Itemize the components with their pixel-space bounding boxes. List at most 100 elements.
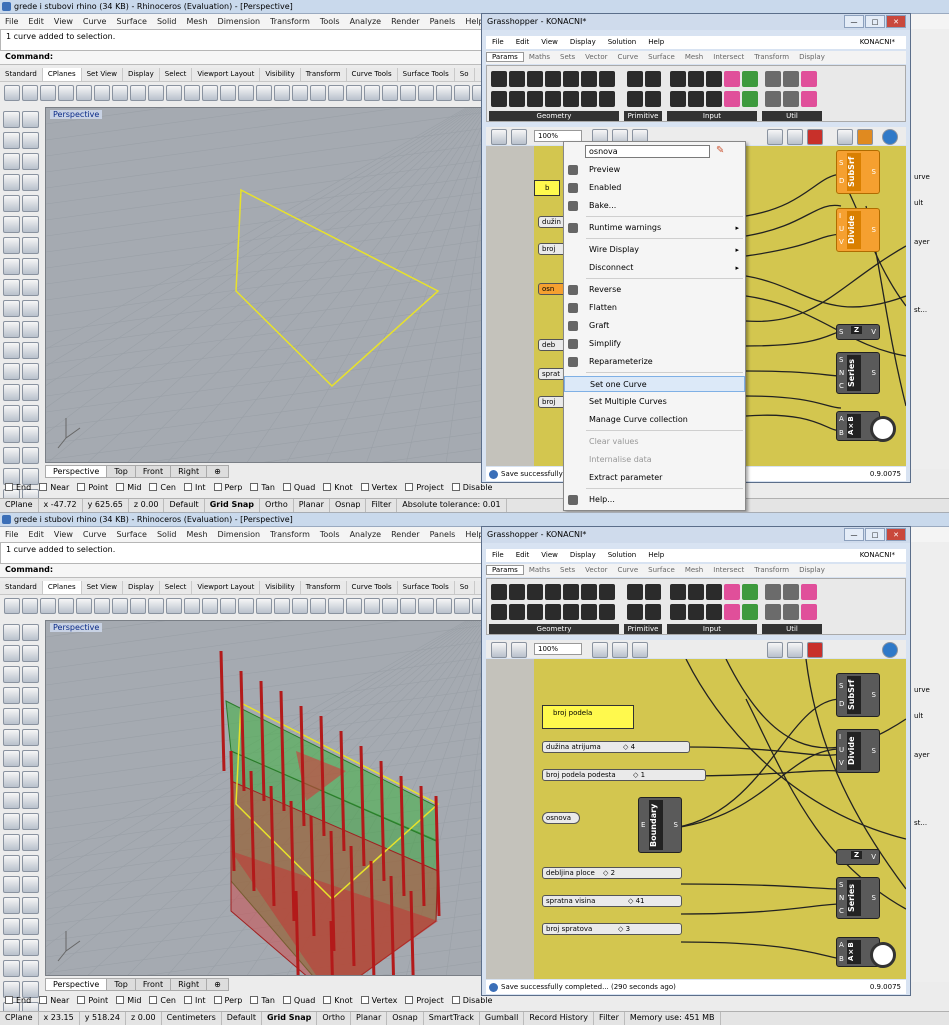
gh-menu-help[interactable]: Help — [642, 38, 670, 46]
modeling-tool-32-icon[interactable] — [22, 939, 39, 956]
gh-component-icon[interactable] — [545, 71, 561, 87]
modeling-tool-1-icon[interactable] — [3, 111, 20, 128]
gh-component-icon[interactable] — [491, 91, 507, 107]
command-26-icon[interactable] — [454, 598, 470, 614]
gh-component-icon[interactable] — [509, 584, 525, 600]
gh-component-icon[interactable] — [801, 91, 817, 107]
modeling-tool-2-icon[interactable] — [22, 111, 39, 128]
modeling-tool-7-icon[interactable] — [3, 174, 20, 191]
modeling-tool-23-icon[interactable] — [3, 342, 20, 359]
gh-component-icon[interactable] — [599, 604, 615, 620]
gh-tab-surface[interactable]: Surface — [643, 53, 680, 61]
view-tab-front[interactable]: Front — [134, 978, 172, 991]
status-planar[interactable]: Planar — [294, 499, 330, 512]
tab-standard[interactable]: Standard — [0, 581, 43, 594]
gh-z-component[interactable]: SZV — [836, 324, 880, 340]
gh-component-icon[interactable] — [706, 604, 722, 620]
command-7-icon[interactable] — [112, 598, 128, 614]
view-tab-perspective[interactable]: Perspective — [45, 465, 108, 478]
modeling-tool-22-icon[interactable] — [22, 834, 39, 851]
gh-slider-spratna-visina[interactable]: spratna visina ◇ 41 — [542, 895, 682, 907]
context-item-runtime-warnings[interactable]: Runtime warnings ▸ — [564, 220, 745, 236]
osnap-disable[interactable]: Disable — [451, 483, 492, 492]
modeling-tool-9-icon[interactable] — [3, 195, 20, 212]
osnap-mid[interactable]: Mid — [116, 996, 141, 1005]
gh-series-component[interactable]: SNC Series S — [836, 352, 880, 394]
context-item-reparameterize[interactable]: Reparameterize — [564, 354, 745, 370]
osnap-near[interactable]: Near — [39, 996, 69, 1005]
gh-component-icon[interactable] — [706, 71, 722, 87]
modeling-tool-1-icon[interactable] — [3, 624, 20, 641]
modeling-tool-23-icon[interactable] — [3, 855, 20, 872]
tab-select[interactable]: Select — [160, 581, 193, 594]
menu-view[interactable]: View — [49, 14, 78, 29]
status-grid-snap[interactable]: Grid Snap — [262, 1012, 318, 1025]
menu-transform[interactable]: Transform — [265, 14, 315, 29]
status-ortho[interactable]: Ortho — [317, 1012, 352, 1025]
gh-component-icon[interactable] — [670, 71, 686, 87]
view-tab-perspective[interactable]: Perspective — [45, 978, 108, 991]
gh-component-icon[interactable] — [527, 584, 543, 600]
view-tab-right[interactable]: Right — [170, 465, 208, 478]
zoom-window-icon[interactable] — [238, 85, 254, 101]
view-tab-right[interactable]: Right — [170, 978, 208, 991]
tab-curve-tools[interactable]: Curve Tools — [347, 68, 398, 81]
status-grid-snap[interactable]: Grid Snap — [205, 499, 261, 512]
tab-display[interactable]: Display — [123, 581, 160, 594]
context-item-wire-display[interactable]: Wire Display ▸ — [564, 242, 745, 258]
gh-panel-broj-podela[interactable]: broj podela — [542, 705, 634, 729]
gh-component-icon[interactable] — [527, 91, 543, 107]
modeling-tool-4-icon[interactable] — [22, 132, 39, 149]
status-osnap[interactable]: Osnap — [387, 1012, 424, 1025]
status-layer[interactable]: Default — [164, 499, 205, 512]
gh-menu-help[interactable]: Help — [642, 551, 670, 559]
gh-tab-intersect[interactable]: Intersect — [708, 566, 749, 574]
gh-tab-transform[interactable]: Transform — [749, 566, 794, 574]
gh-component-icon[interactable] — [765, 71, 781, 87]
gh-component-icon[interactable] — [545, 604, 561, 620]
menu-dimension[interactable]: Dimension — [213, 527, 266, 542]
gh-component-icon[interactable] — [724, 91, 740, 107]
command-23-icon[interactable] — [400, 598, 416, 614]
gh-component-icon[interactable] — [742, 91, 758, 107]
tab-visibility[interactable]: Visibility — [260, 68, 301, 81]
osnap-int[interactable]: Int — [183, 483, 206, 492]
gh-divide-component[interactable]: IUV Divide S — [836, 208, 880, 252]
gh-component-icon[interactable] — [491, 604, 507, 620]
gh-component-icon[interactable] — [742, 584, 758, 600]
modeling-tool-31-icon[interactable] — [3, 939, 20, 956]
gh-component-icon[interactable] — [563, 71, 579, 87]
menu-dimension[interactable]: Dimension — [213, 14, 266, 29]
modeling-tool-4-icon[interactable] — [22, 645, 39, 662]
osnap-tan[interactable]: Tan — [250, 996, 275, 1005]
gh-component-icon[interactable] — [742, 604, 758, 620]
paint-icon[interactable] — [632, 642, 648, 658]
add-view-tab-icon[interactable]: ⊕ — [206, 978, 229, 991]
modeling-tool-19-icon[interactable] — [3, 300, 20, 317]
command-15-icon[interactable] — [256, 598, 272, 614]
status-planar[interactable]: Planar — [351, 1012, 388, 1025]
gh-component-icon[interactable] — [563, 584, 579, 600]
gh-component-icon[interactable] — [670, 584, 686, 600]
tab-transform[interactable]: Transform — [301, 68, 347, 81]
modeling-tool-10-icon[interactable] — [22, 708, 39, 725]
command-19-icon[interactable] — [328, 598, 344, 614]
viewport-title[interactable]: Perspective — [50, 110, 103, 119]
command-22-icon[interactable] — [382, 598, 398, 614]
gh-component-icon[interactable] — [645, 71, 661, 87]
menu-solid[interactable]: Solid — [152, 14, 182, 29]
gh-component-icon[interactable] — [599, 584, 615, 600]
menu-panels[interactable]: Panels — [425, 527, 461, 542]
osnap-perp[interactable]: Perp — [213, 996, 242, 1005]
modeling-tool-18-icon[interactable] — [22, 279, 39, 296]
modeling-tool-24-icon[interactable] — [22, 342, 39, 359]
gh-component-icon[interactable] — [563, 91, 579, 107]
gh-canvas[interactable]: broj podela dužina atrijuma ◇ 4 broj pod… — [486, 659, 906, 979]
gh-tab-intersect[interactable]: Intersect — [708, 53, 749, 61]
menu-analyze[interactable]: Analyze — [345, 14, 387, 29]
modeling-tool-27-icon[interactable] — [3, 897, 20, 914]
view-tab-front[interactable]: Front — [134, 465, 172, 478]
modeling-tool-20-icon[interactable] — [22, 813, 39, 830]
tab-viewport-layout[interactable]: Viewport Layout — [192, 581, 261, 594]
osnap-vertex[interactable]: Vertex — [360, 483, 397, 492]
